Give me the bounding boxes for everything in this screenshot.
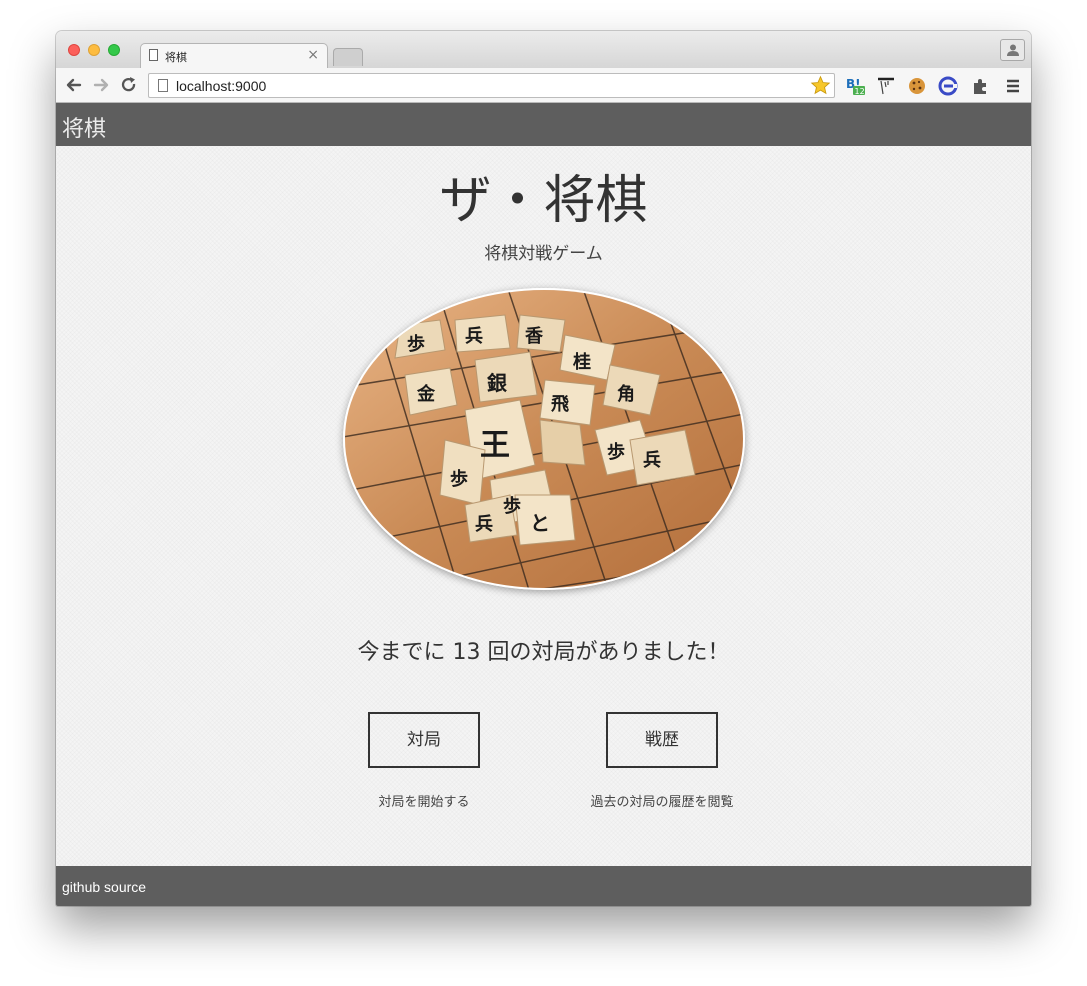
extension-badge: 12: [855, 87, 865, 96]
puzzle-icon[interactable]: [970, 76, 990, 96]
svg-text:兵: 兵: [643, 450, 661, 471]
page-icon: [149, 49, 158, 61]
back-icon[interactable]: [64, 75, 84, 95]
github-source-link[interactable]: github source: [62, 879, 146, 895]
svg-text:金: 金: [416, 383, 436, 405]
window-minimize-button[interactable]: [88, 44, 100, 56]
reload-icon[interactable]: [119, 75, 139, 95]
ruler-icon[interactable]: [876, 76, 896, 96]
main-content: ザ・将棋 将棋対戦ゲーム 歩 兵 香 桂 金 銀 飛 角 王 歩 歩 兵 歩 と…: [56, 146, 1031, 866]
svg-text:香: 香: [524, 326, 544, 347]
person-icon: [1007, 44, 1019, 56]
tab-title: 将棋: [165, 51, 187, 64]
window-zoom-button[interactable]: [108, 44, 120, 56]
history-caption: 過去の対局の履歴を閲覧: [590, 795, 734, 810]
menu-icon[interactable]: [1003, 76, 1023, 96]
url-text[interactable]: localhost:9000: [176, 78, 266, 94]
browser-tab[interactable]: 将棋 ×: [140, 43, 328, 69]
svg-text:兵: 兵: [465, 326, 483, 347]
c-extension-icon[interactable]: [938, 76, 958, 96]
play-caption: 対局を開始する: [378, 795, 470, 810]
hatena-bookmark-icon[interactable]: B! 12: [846, 76, 866, 96]
svg-text:歩: 歩: [407, 334, 425, 355]
shogi-pieces-image: 歩 兵 香 桂 金 銀 飛 角 王 歩 歩 兵 歩 と 兵: [345, 290, 743, 588]
hero-image: 歩 兵 香 桂 金 銀 飛 角 王 歩 歩 兵 歩 と 兵: [343, 288, 745, 590]
browser-window: 将棋 × localhost:9000 B! 12 将棋 ザ・将棋 将棋対戦ゲー…: [56, 31, 1031, 906]
profile-button[interactable]: [1000, 39, 1025, 61]
forward-icon[interactable]: [91, 75, 111, 95]
game-count-text: 今までに 13 回の対局がありました！: [357, 640, 730, 665]
svg-text:飛: 飛: [551, 394, 569, 415]
browser-toolbar: localhost:9000 B! 12: [56, 68, 1031, 103]
page-title: ザ・将棋: [439, 171, 648, 231]
svg-text:兵: 兵: [475, 514, 493, 535]
app-header: 将棋: [56, 103, 1031, 146]
brand-link[interactable]: 将棋: [62, 111, 106, 143]
page-icon: [158, 79, 168, 92]
bookmark-star-icon[interactable]: [810, 75, 831, 96]
new-tab-button[interactable]: [333, 48, 363, 66]
play-button[interactable]: 対局: [368, 712, 480, 768]
svg-text:角: 角: [617, 383, 635, 405]
window-close-button[interactable]: [68, 44, 80, 56]
svg-text:銀: 銀: [487, 371, 507, 395]
svg-text:歩: 歩: [450, 469, 468, 490]
address-bar[interactable]: localhost:9000: [148, 73, 835, 98]
tab-close-icon[interactable]: ×: [307, 47, 319, 63]
page-subtitle: 将棋対戦ゲーム: [484, 244, 603, 264]
svg-text:王: 王: [480, 428, 510, 463]
svg-text:桂: 桂: [572, 351, 591, 373]
cookie-icon[interactable]: [907, 76, 927, 96]
title-bar: 将棋 ×: [56, 31, 1031, 69]
svg-text:と: と: [530, 511, 550, 535]
app-footer: github source: [56, 866, 1031, 906]
svg-text:歩: 歩: [607, 442, 625, 463]
svg-text:歩: 歩: [503, 496, 521, 517]
history-button[interactable]: 戦歴: [606, 712, 718, 768]
